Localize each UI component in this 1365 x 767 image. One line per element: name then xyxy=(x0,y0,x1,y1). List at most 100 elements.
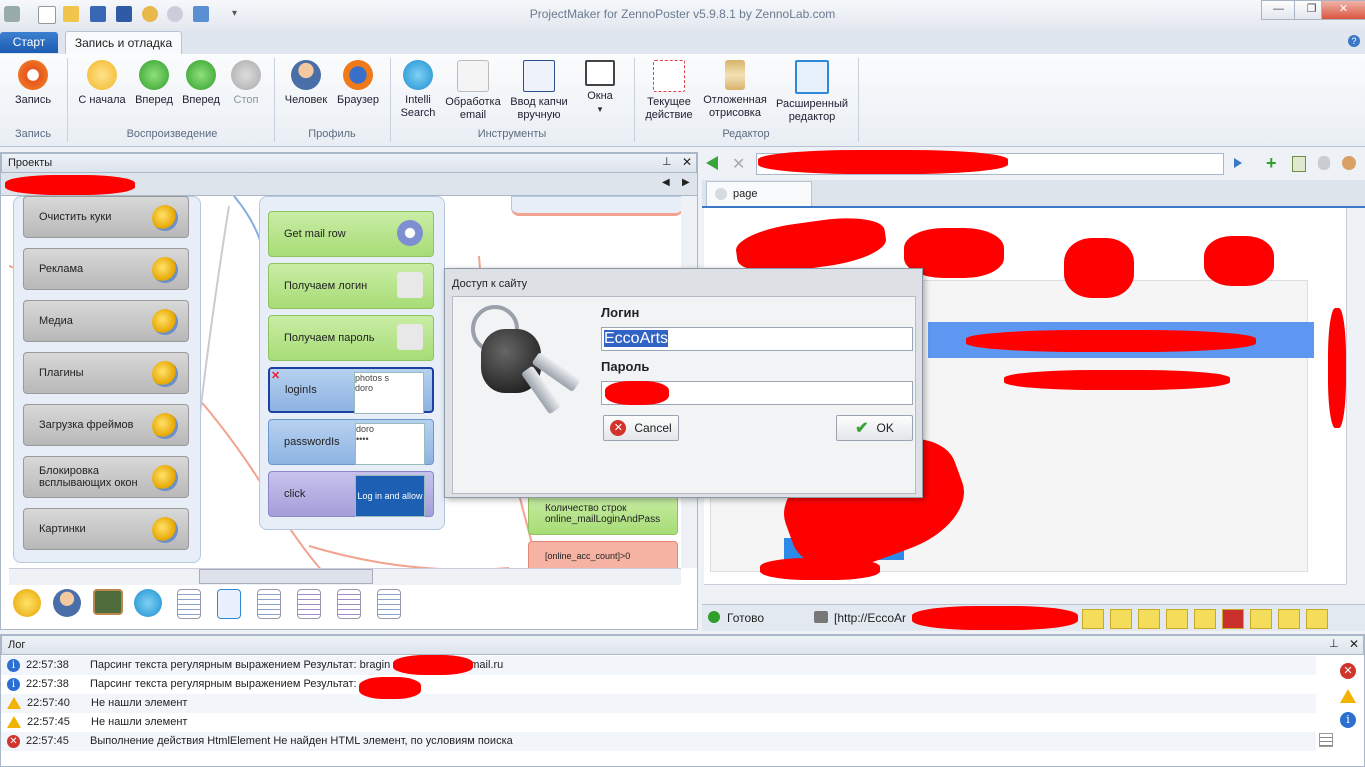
ok-label: OK xyxy=(876,421,894,435)
block-frames[interactable]: Загрузка фреймов xyxy=(23,404,189,446)
action-click[interactable]: click Log in and allow xyxy=(268,471,434,517)
stop-button[interactable]: Стоп xyxy=(226,60,266,107)
block-popups[interactable]: Блокировка всплывающих окон xyxy=(23,456,189,498)
log-row: 22:57:45 Не нашли элемент xyxy=(1,713,1316,732)
action-password-is[interactable]: passwordIs doro •••• xyxy=(268,419,434,465)
browser-vertical-scrollbar[interactable] xyxy=(1346,208,1364,584)
filter-warning-icon[interactable] xyxy=(1340,689,1356,703)
list-tool-icon[interactable] xyxy=(257,589,281,619)
action-label: Получаем логин xyxy=(284,280,368,292)
login-value: EccoArts xyxy=(604,330,669,347)
warning-icon xyxy=(7,716,21,729)
list-tool-icon[interactable] xyxy=(337,589,361,619)
go-icon[interactable] xyxy=(1234,158,1242,168)
tree-tool-icon[interactable] xyxy=(217,589,241,619)
email-processing-button[interactable]: Обработка email xyxy=(443,60,503,122)
filter-info-icon[interactable]: i xyxy=(1340,712,1356,728)
log-time: 22:57:40 xyxy=(27,697,70,709)
block-media[interactable]: Медиа xyxy=(23,300,189,342)
group-tools-label: Инструменты xyxy=(477,128,547,140)
add-icon[interactable]: + xyxy=(1266,153,1277,174)
deferred-render-button[interactable]: Отложенная отрисовка xyxy=(700,60,770,120)
lightning-icon[interactable] xyxy=(1194,609,1216,629)
notes-icon[interactable] xyxy=(1292,156,1306,172)
browser-label: Браузер xyxy=(337,94,379,106)
tab-scroll-left-icon[interactable]: ◀ xyxy=(662,177,670,188)
browser-button[interactable]: Браузер xyxy=(334,60,382,107)
redacted-page-header xyxy=(1204,236,1274,286)
list-tool-icon[interactable] xyxy=(377,589,401,619)
action-row-count[interactable]: Количество строк online_mailLoginAndPass xyxy=(528,493,678,535)
pin-icon[interactable]: ⊥ xyxy=(662,155,672,168)
windows-button[interactable]: Окна ▾ xyxy=(576,60,624,116)
gear-tool-icon[interactable] xyxy=(13,589,41,617)
math-tool-icon[interactable] xyxy=(93,589,123,615)
scrollbar-thumb[interactable] xyxy=(199,569,373,584)
close-panel-icon[interactable]: ✕ xyxy=(682,155,692,169)
block-images[interactable]: Картинки xyxy=(23,508,189,550)
dialog-title: Доступ к сайту xyxy=(452,278,528,290)
plugin-icon[interactable] xyxy=(1082,609,1104,629)
advanced-editor-button[interactable]: Расширенный редактор xyxy=(774,60,850,124)
back-icon[interactable] xyxy=(706,156,718,170)
tab-page[interactable]: page xyxy=(706,181,812,206)
current-action-button[interactable]: Текущее действие xyxy=(640,60,698,122)
stop-load-icon[interactable]: ✕ xyxy=(732,154,745,174)
intelli-tool-icon[interactable] xyxy=(134,589,162,617)
log-row: 22:57:40 Не нашли элемент xyxy=(1,694,1316,713)
block-label: Загрузка фреймов xyxy=(39,419,134,431)
tab-scroll-right-icon[interactable]: ▶ xyxy=(682,177,690,188)
manual-captcha-button[interactable]: Ввод капчи вручную xyxy=(506,60,572,122)
log-panel: Лог ⊥ ✕ i 22:57:38 Парсинг текста регулярн… xyxy=(0,634,1365,767)
browser-horizontal-scrollbar[interactable] xyxy=(704,584,1346,601)
redacted-project-tab xyxy=(5,175,135,195)
block-ads[interactable]: Реклама xyxy=(23,248,189,290)
pin-icon[interactable]: ⊥ xyxy=(1329,637,1339,650)
login-field[interactable]: EccoArts xyxy=(601,327,913,351)
log-text: Не нашли элемент xyxy=(91,697,188,709)
ok-button[interactable]: ✔ OK xyxy=(836,415,913,441)
tab-record-debug[interactable]: Запись и отладка xyxy=(65,31,182,55)
cancel-button[interactable]: ✕ Cancel xyxy=(603,415,679,441)
right-group xyxy=(511,196,681,216)
plugin-icon[interactable] xyxy=(1278,609,1300,629)
person-button[interactable]: Человек xyxy=(281,60,331,107)
list-tool-icon[interactable] xyxy=(177,589,201,619)
plugin-icon[interactable] xyxy=(1250,609,1272,629)
redacted-page-text xyxy=(966,330,1256,352)
block-plugins[interactable]: Плагины xyxy=(23,352,189,394)
close-panel-icon[interactable]: ✕ xyxy=(1349,637,1359,651)
cookie-icon[interactable] xyxy=(1342,156,1356,170)
music-icon[interactable] xyxy=(1306,609,1328,629)
flash-icon[interactable] xyxy=(1222,609,1244,629)
plugin-icon[interactable] xyxy=(1110,609,1132,629)
filter-error-icon[interactable]: ✕ xyxy=(1340,663,1356,679)
list-tool-icon[interactable] xyxy=(297,589,321,619)
forward-button[interactable]: Вперед xyxy=(132,60,176,107)
plugin-icon[interactable] xyxy=(1166,609,1188,629)
from-start-button[interactable]: С начала xyxy=(75,60,129,107)
tab-start[interactable]: Старт xyxy=(0,32,58,53)
log-list: i 22:57:38 Парсинг текста регулярным выраж… xyxy=(1,656,1316,756)
action-label: passwordIs xyxy=(284,436,340,448)
forward-step-button[interactable]: Вперед xyxy=(179,60,223,107)
cancel-icon: ✕ xyxy=(610,420,627,436)
close-button[interactable]: ✕ xyxy=(1321,0,1365,20)
action-get-mail-row[interactable]: Get mail row xyxy=(268,211,434,257)
action-login-is[interactable]: loginIs photos s doro xyxy=(268,367,434,414)
action-get-login[interactable]: Получаем логин xyxy=(268,263,434,309)
log-list-icon[interactable] xyxy=(1319,733,1333,747)
plugin-icon[interactable] xyxy=(1138,609,1160,629)
intelli-search-button[interactable]: Intelli Search xyxy=(396,60,440,120)
database-icon[interactable] xyxy=(1318,156,1330,170)
help-icon[interactable]: ? xyxy=(1348,35,1360,47)
ribbon-tabs: Старт Запись и отладка ? xyxy=(0,30,1365,55)
block-clear-cookies[interactable]: Очистить куки xyxy=(23,196,189,238)
action-get-password[interactable]: Получаем пароль xyxy=(268,315,434,361)
gear-icon xyxy=(152,361,178,387)
action-condition[interactable]: [online_acc_count]>0 xyxy=(528,541,678,571)
person-tool-icon[interactable] xyxy=(53,589,81,617)
minimize-button[interactable]: — xyxy=(1261,0,1296,20)
stop-label: Стоп xyxy=(233,94,259,106)
record-button[interactable]: Запись xyxy=(8,60,58,107)
